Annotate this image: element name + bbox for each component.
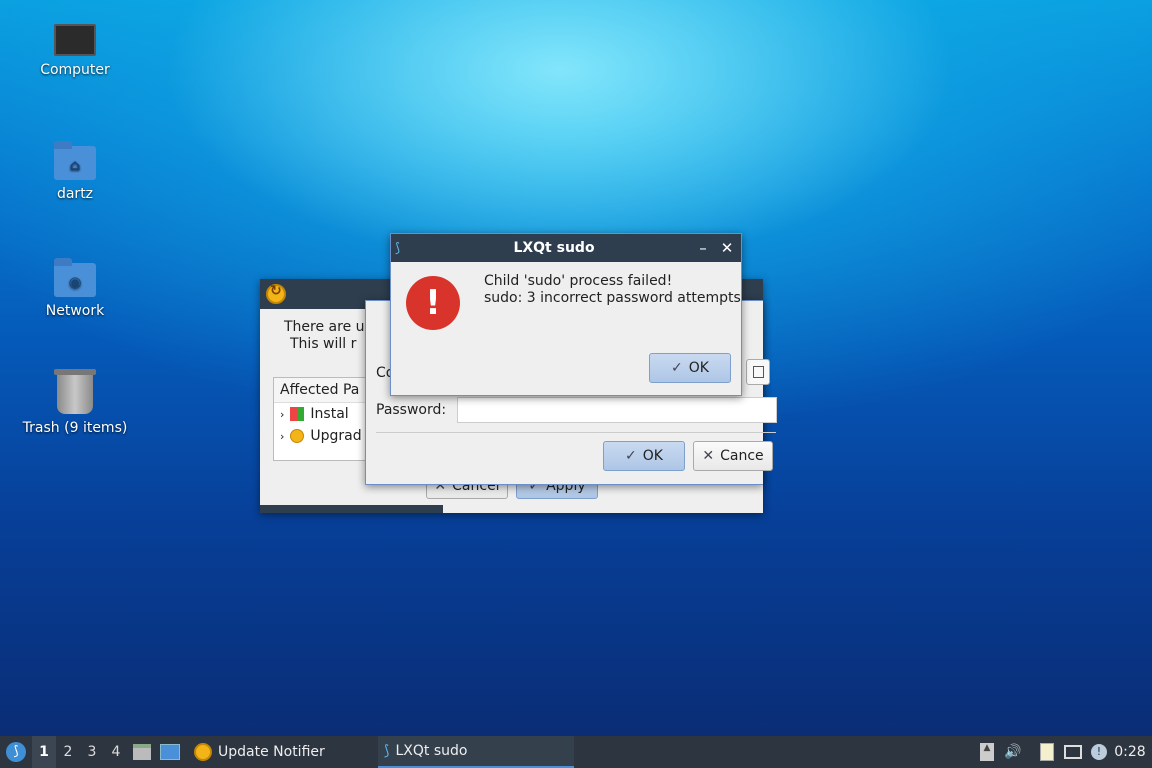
network-icon — [1064, 745, 1082, 759]
password-ok-button[interactable]: ✓ OK — [603, 441, 685, 471]
show-desktop-icon — [160, 744, 180, 760]
chevron-right-icon[interactable]: › — [280, 408, 284, 421]
quicklaunch-show-desktop[interactable] — [156, 736, 184, 768]
update-message-line1: There are u — [284, 319, 365, 335]
error-dialog-title: LXQt sudo — [513, 240, 595, 256]
desktop-icon-label: Network — [45, 303, 105, 319]
desktop-icon-dartz[interactable]: ⌂ dartz — [0, 141, 150, 202]
check-icon: ✓ — [625, 448, 637, 464]
tray-network[interactable] — [1060, 736, 1086, 768]
minimize-button[interactable]: – — [691, 239, 715, 257]
tray-notification[interactable]: ! — [1086, 736, 1112, 768]
error-ok-label: OK — [688, 360, 709, 376]
workspace-4[interactable]: 4 — [104, 736, 128, 768]
error-icon: ! — [406, 276, 460, 330]
task-update-notifier[interactable]: Update Notifier — [188, 736, 378, 768]
check-icon: ✓ — [671, 360, 683, 376]
password-input[interactable] — [457, 397, 777, 423]
lxqt-logo-icon: ⟆ — [6, 742, 26, 762]
desktop-icon-trash[interactable]: Trash (9 items) — [0, 369, 150, 436]
desktop-icon-computer[interactable]: Computer — [0, 24, 150, 78]
password-cancel-button[interactable]: ✕ Cance — [693, 441, 773, 471]
upgrade-icon — [290, 429, 305, 443]
copy-button[interactable] — [746, 359, 770, 385]
task-lxqt-sudo[interactable]: ⟆ LXQt sudo — [378, 736, 574, 768]
error-ok-button[interactable]: ✓ OK — [649, 353, 731, 383]
task-label: LXQt sudo — [395, 743, 468, 759]
workspace-1[interactable]: 1 — [32, 736, 56, 768]
file-manager-icon — [133, 744, 151, 760]
close-button[interactable]: ✕ — [715, 239, 739, 257]
cancel-icon: ✕ — [702, 448, 715, 464]
password-ok-label: OK — [642, 448, 663, 464]
clipboard-icon — [1040, 743, 1054, 761]
volume-icon: 🔊 — [1004, 744, 1022, 760]
update-notifier-icon — [194, 743, 212, 761]
separator — [376, 432, 776, 433]
notification-icon: ! — [1091, 744, 1107, 760]
quicklaunch-file-manager[interactable] — [128, 736, 156, 768]
update-notifier-icon — [266, 283, 286, 304]
tray-volume[interactable]: 🔊 — [1000, 736, 1026, 768]
error-message-line2: sudo: 3 incorrect password attempts — [484, 290, 741, 306]
desktop-icon-label: dartz — [56, 186, 94, 202]
lxqt-sudo-icon: ⟆ — [384, 743, 390, 759]
desktop-icon-label: Trash (9 items) — [22, 420, 128, 436]
window-bottom-bar — [260, 505, 443, 513]
tray-clipboard[interactable] — [1034, 736, 1060, 768]
update-message: There are u This will r — [284, 319, 365, 353]
desktop-icon-network[interactable]: ◉ Network — [0, 258, 150, 319]
lxqt-sudo-icon: ⟆ — [395, 240, 401, 256]
tree-item-label: Instal — [310, 406, 349, 422]
error-dialog-titlebar[interactable]: ⟆ LXQt sudo – ✕ — [391, 234, 741, 262]
error-message: Child 'sudo' process failed! sudo: 3 inc… — [484, 273, 741, 307]
main-menu-button[interactable]: ⟆ — [0, 736, 32, 768]
task-label: Update Notifier — [218, 744, 325, 760]
up-arrow-icon: ▲ — [980, 743, 994, 761]
clock[interactable]: 0:28 — [1112, 736, 1152, 768]
workspace-2[interactable]: 2 — [56, 736, 80, 768]
error-dialog: ⟆ LXQt sudo – ✕ ! Child 'sudo' process f… — [390, 233, 742, 396]
trash-icon — [54, 369, 96, 414]
copy-icon — [753, 366, 764, 378]
password-label: Password: — [376, 402, 447, 418]
chevron-right-icon[interactable]: › — [280, 430, 284, 443]
install-icon — [290, 407, 305, 421]
home-folder-icon: ⌂ — [54, 141, 96, 180]
update-message-line2: This will r — [290, 336, 357, 352]
tray-item-manager[interactable]: ▲ — [974, 736, 1000, 768]
desktop-icon-label: Computer — [40, 62, 110, 78]
tree-item-label: Upgrad — [310, 428, 362, 444]
password-cancel-label: Cance — [720, 448, 764, 464]
workspace-3[interactable]: 3 — [80, 736, 104, 768]
computer-icon — [54, 24, 96, 56]
error-message-line1: Child 'sudo' process failed! — [484, 273, 673, 289]
network-folder-icon: ◉ — [54, 258, 96, 297]
taskbar: ⟆ 1 2 3 4 Update Notifier ⟆ LXQt sudo ▲ … — [0, 736, 1152, 768]
